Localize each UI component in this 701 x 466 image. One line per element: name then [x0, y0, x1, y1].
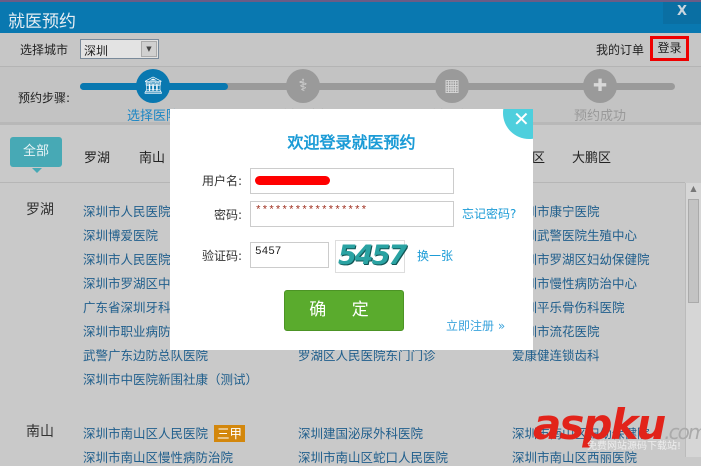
- watermark-subtitle: 免费网站源码下载站!: [587, 441, 682, 452]
- scroll-up-icon[interactable]: ▲: [687, 184, 700, 197]
- title-bar: 就医预约 X: [0, 0, 701, 33]
- hospital-name: 广东省深圳牙科: [83, 300, 171, 315]
- username-label: 用户名:: [201, 174, 242, 188]
- hospital-name: 深圳市中医院新围社康（测试）: [83, 372, 259, 387]
- refresh-captcha-link[interactable]: 换一张: [417, 247, 453, 264]
- tab-all[interactable]: 全部: [10, 137, 62, 173]
- hospital-name: 罗湖区人民医院东门门诊: [298, 348, 436, 363]
- hospital-link[interactable]: 深圳博爱医院: [83, 225, 158, 244]
- hospital-link[interactable]: 深圳市人民医院: [83, 201, 171, 220]
- city-label: 选择城市: [20, 43, 69, 57]
- tab-luohu[interactable]: 罗湖: [84, 147, 110, 166]
- grade-badge: 三甲: [214, 425, 246, 442]
- window-close-button[interactable]: X: [663, 2, 701, 24]
- redacted-mark: [255, 176, 330, 185]
- region-label: 罗湖: [26, 202, 54, 218]
- chevron-down-icon: ▼: [141, 41, 157, 57]
- password-input[interactable]: *****************: [250, 201, 454, 227]
- hospital-name: 深圳市南山区西丽医院: [512, 450, 638, 465]
- register-link[interactable]: 立即注册 »: [446, 317, 505, 334]
- badge-icon: ✚: [583, 69, 617, 103]
- city-select[interactable]: 深圳 ▼: [80, 39, 159, 59]
- forgot-password-link[interactable]: 忘记密码?: [462, 205, 516, 222]
- step-label: 预约成功: [573, 109, 626, 124]
- calendar-icon: ▦: [435, 69, 469, 103]
- hospital-name: 深圳博爱医院: [83, 228, 159, 243]
- hospital-name: 深圳市人民医院: [83, 252, 171, 267]
- hospital-link[interactable]: 深圳建国泌尿外科医院: [298, 423, 423, 442]
- tab-nanshan[interactable]: 南山: [139, 147, 165, 166]
- hospital-link[interactable]: 深圳市人民医院: [83, 249, 171, 268]
- login-dialog: ✕ 欢迎登录就医预约 用户名: 密码: ***************** 忘记…: [170, 109, 533, 350]
- hospital-name: 深圳市南山区人民医院: [83, 426, 209, 441]
- my-orders-link[interactable]: 我的订单: [596, 41, 644, 58]
- steps-label: 预约步骤:: [18, 91, 71, 105]
- hospital-link[interactable]: 深圳市南山区人民医院 三甲: [83, 423, 246, 442]
- close-icon: ✕: [513, 109, 530, 131]
- hospital-name: 深圳市南山区慢性病防治院: [83, 450, 234, 465]
- region-label: 南山: [26, 424, 54, 440]
- confirm-button[interactable]: 确 定: [284, 290, 404, 331]
- hospital-name: 深圳建国泌尿外科医院: [298, 426, 424, 441]
- toolbar: 选择城市 深圳 ▼ 我的订单 登录: [0, 33, 701, 67]
- password-label: 密码:: [213, 208, 242, 222]
- hospital-name: 深圳市南山区蛇口人民医院: [298, 450, 449, 465]
- scroll-thumb[interactable]: [688, 199, 699, 303]
- login-button[interactable]: 登录: [650, 36, 689, 61]
- username-input[interactable]: [250, 168, 454, 194]
- hospital-link[interactable]: 广东省深圳牙科: [83, 297, 171, 316]
- dialog-title: 欢迎登录就医预约: [287, 133, 416, 152]
- stethoscope-icon: ⚕: [286, 69, 320, 103]
- hospital-name: 武警广东边防总队医院: [83, 348, 209, 363]
- tab-dapeng[interactable]: 大鹏区: [572, 147, 611, 166]
- captcha-input[interactable]: 5457: [250, 242, 329, 268]
- window-title: 就医预约: [8, 12, 76, 32]
- hospital-icon: 🏛: [136, 69, 170, 103]
- captcha-image[interactable]: 5457: [335, 240, 407, 273]
- hospital-name: 深圳市人民医院: [83, 204, 171, 219]
- hospital-name: 爱康健连锁齿科: [512, 348, 600, 363]
- captcha-label: 验证码:: [201, 249, 242, 263]
- hospital-link[interactable]: 深圳市中医院新围社康（测试）: [83, 369, 258, 388]
- city-value: 深圳: [84, 44, 109, 58]
